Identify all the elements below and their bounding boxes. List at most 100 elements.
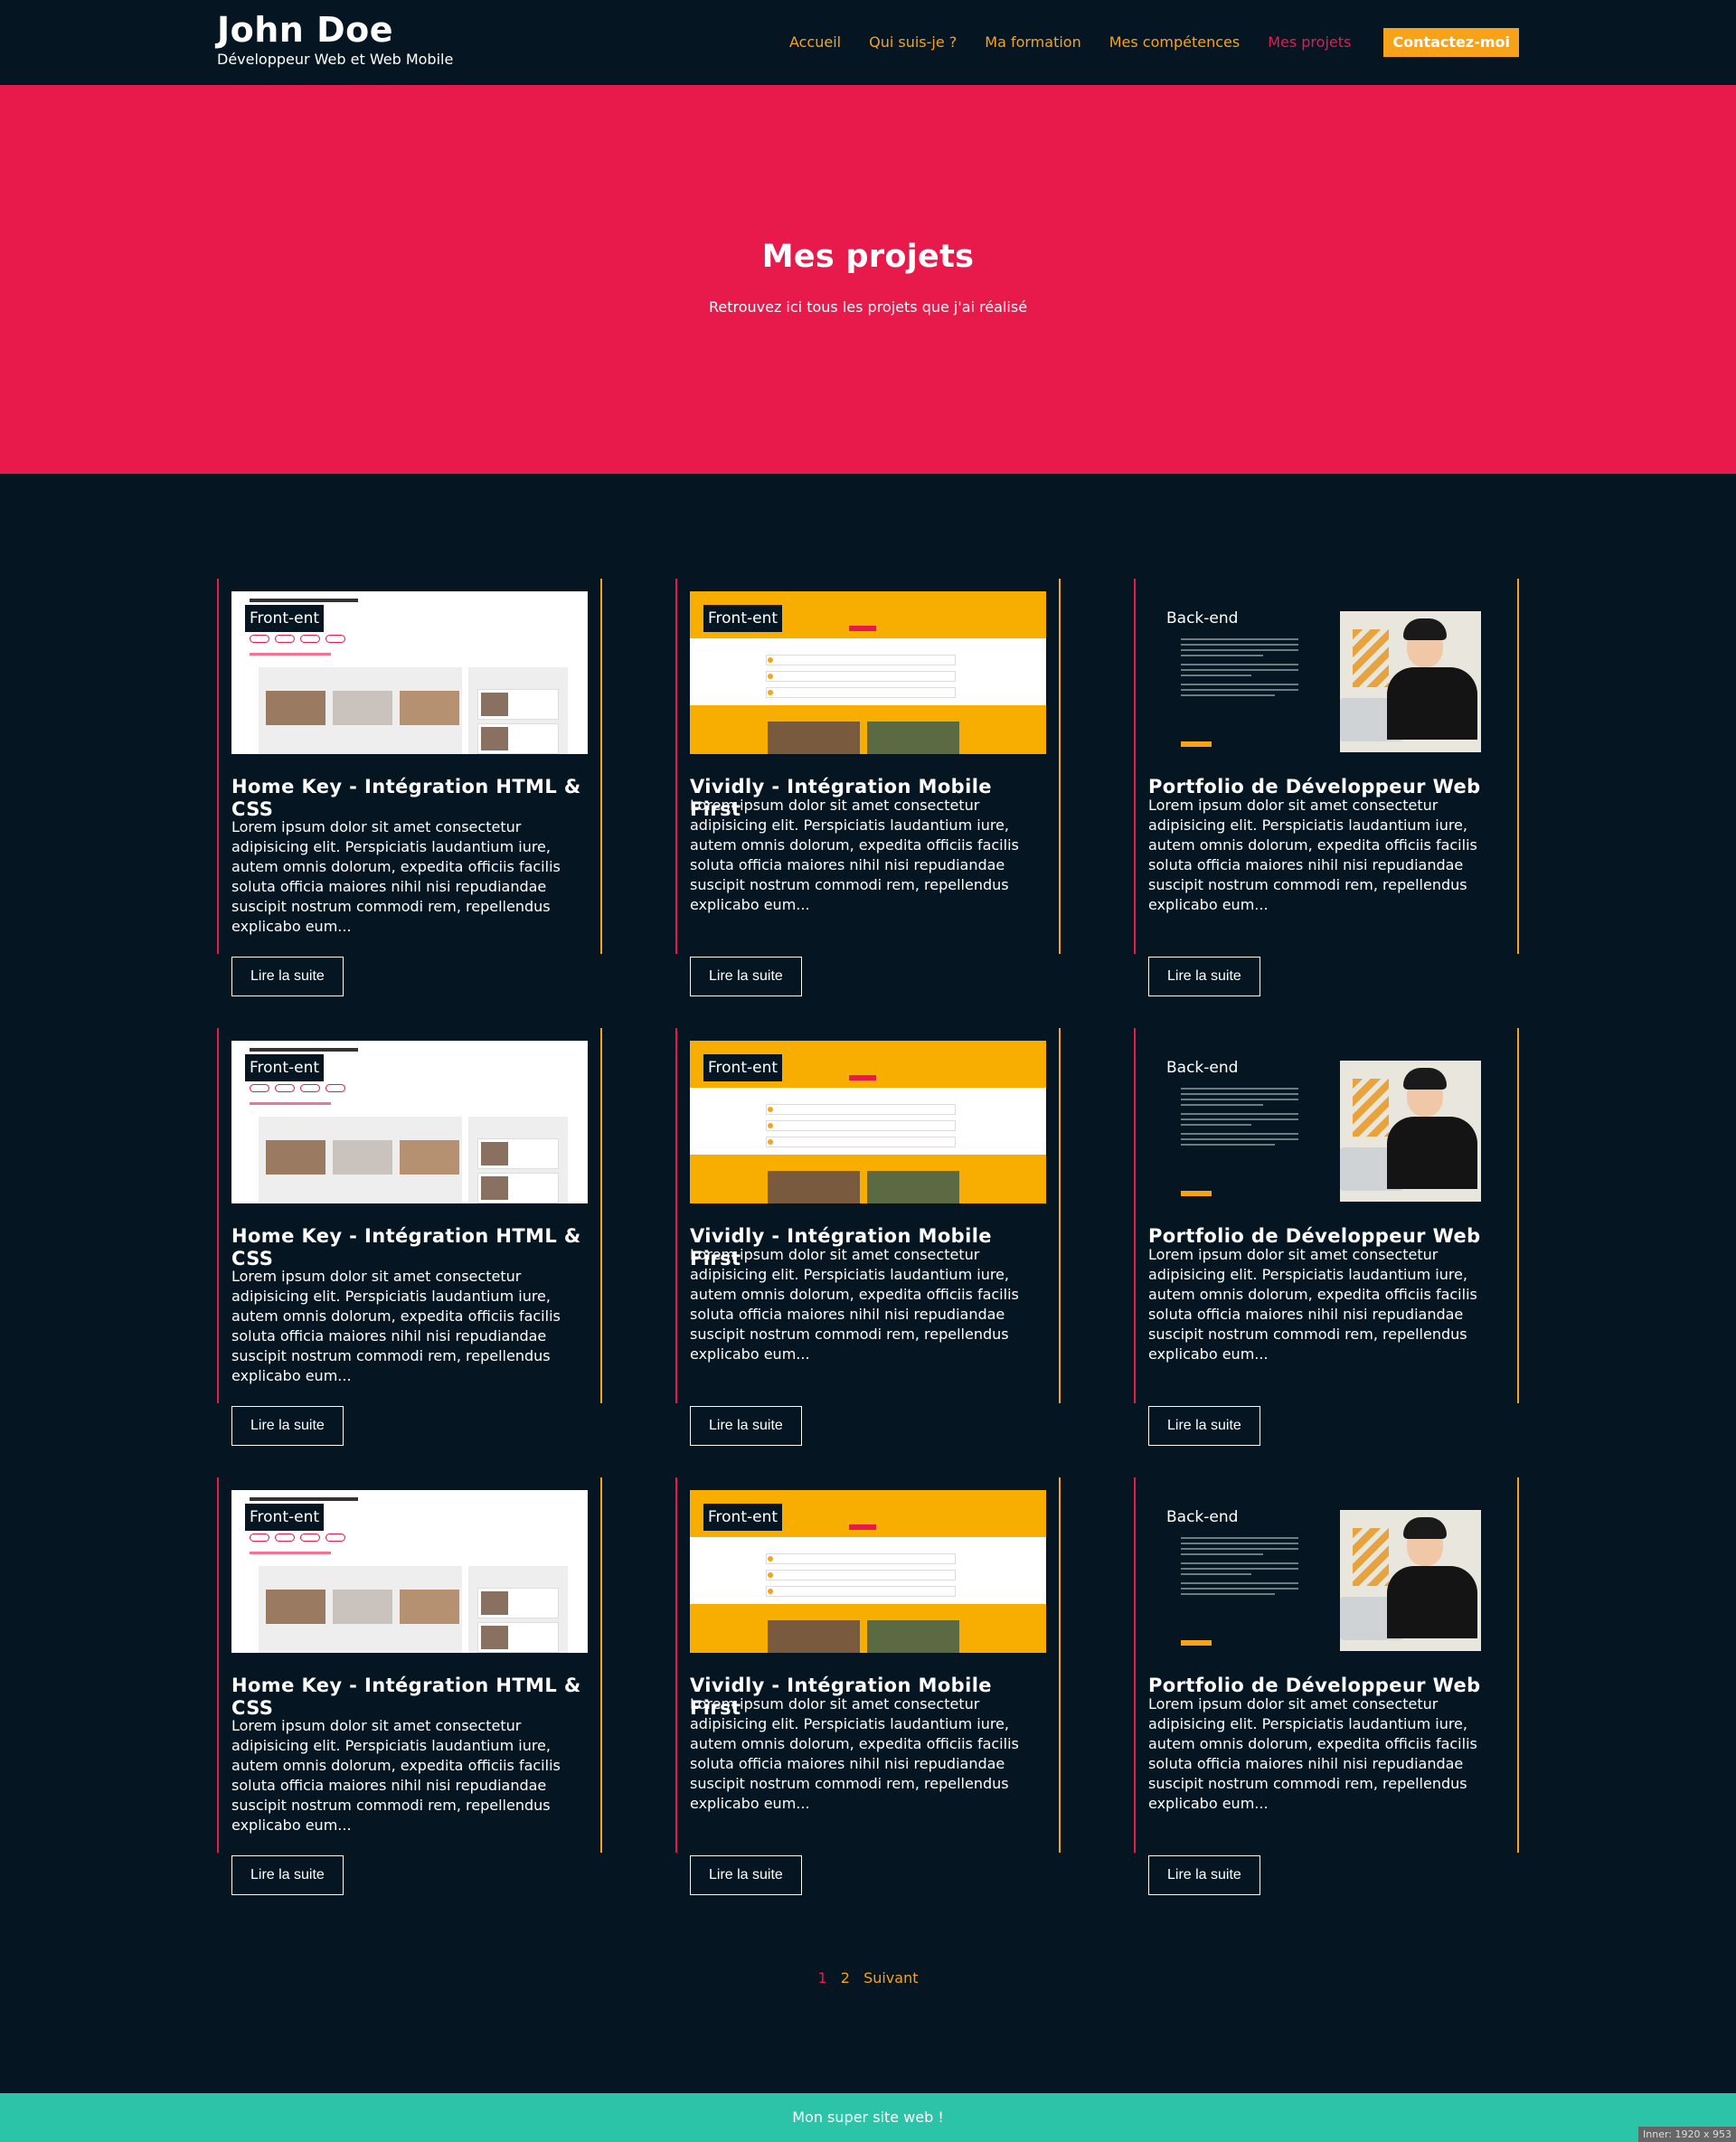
- projects-grid: Front-ent Home Key - Intégration HTML & …: [217, 579, 1519, 1895]
- footer-text: Mon super site web !: [792, 2109, 944, 2126]
- thumb-dot: [768, 1572, 773, 1578]
- main-nav: Accueil Qui suis-je ? Ma formation Mes c…: [761, 27, 1519, 58]
- developer-photo: [1340, 611, 1481, 752]
- thumb-image: [333, 691, 392, 725]
- category-badge: Front-ent: [703, 1054, 783, 1081]
- thumb-image: [481, 693, 508, 716]
- thumb-image: [768, 1620, 860, 1653]
- thumb-row: [766, 1570, 956, 1581]
- nav-mes-competences[interactable]: Mes compétences: [1109, 27, 1240, 58]
- project-description: Lorem ipsum dolor sit amet consectetur a…: [231, 818, 561, 935]
- pagination: 1 2 Suivant: [0, 1969, 1736, 1986]
- next-page-link[interactable]: Suivant: [863, 1969, 918, 1986]
- project-card: Front-ent Home Key - Intégration HTML & …: [217, 1477, 602, 1895]
- project-description: Lorem ipsum dolor sit amet consectetur a…: [690, 1246, 1019, 1363]
- nav-accueil[interactable]: Accueil: [789, 27, 841, 58]
- read-more-button[interactable]: Lire la suite: [231, 1406, 344, 1446]
- nav-qui-suis-je[interactable]: Qui suis-je ?: [869, 27, 957, 58]
- nav-mes-projets[interactable]: Mes projets: [1268, 27, 1351, 58]
- thumb-image: [266, 1590, 326, 1624]
- thumb-image: [481, 1176, 508, 1200]
- project-thumbnail: Front-ent: [231, 591, 588, 754]
- project-card: Front-ent Home Key - Intégration HTML & …: [217, 579, 602, 996]
- thumb-image: [333, 1140, 392, 1175]
- thumb-image: [400, 1590, 459, 1624]
- thumb-row: [766, 671, 956, 682]
- thumb-line: [250, 1102, 331, 1105]
- thumb-dot: [768, 674, 773, 679]
- project-thumbnail: Back-end: [1148, 1041, 1505, 1203]
- thumb-image: [481, 1591, 508, 1615]
- read-more-button[interactable]: Lire la suite: [690, 1406, 802, 1446]
- read-more-button[interactable]: Lire la suite: [1148, 957, 1260, 996]
- category-badge: Back-end: [1162, 1054, 1243, 1081]
- thumb-image: [266, 691, 326, 725]
- read-more-button[interactable]: Lire la suite: [1148, 1855, 1260, 1895]
- thumb-image: [867, 1171, 959, 1203]
- thumb-image: [266, 1140, 326, 1175]
- thumb-dot: [768, 657, 773, 663]
- thumb-line: [250, 1552, 331, 1554]
- hero-banner: Mes projets Retrouvez ici tous les proje…: [0, 85, 1736, 474]
- thumb-image: [481, 1142, 508, 1165]
- thumb-dot: [768, 1107, 773, 1112]
- project-title: Home Key - Intégration HTML & CSS: [231, 776, 581, 820]
- category-badge: Front-ent: [703, 605, 783, 632]
- thumb-row: [766, 1104, 956, 1115]
- site-footer: Mon super site web !: [0, 2093, 1736, 2142]
- read-more-button[interactable]: Lire la suite: [231, 957, 344, 996]
- thumb-filters: [250, 1533, 345, 1542]
- thumb-image: [867, 722, 959, 754]
- viewport-size-tag: Inner: 1920 x 953: [1638, 2127, 1736, 2142]
- project-thumbnail: Front-ent: [690, 591, 1046, 754]
- project-card: Front-ent Vividly - Intégration Mobile F…: [675, 1477, 1061, 1895]
- project-thumbnail: Front-ent: [690, 1490, 1046, 1653]
- project-card: Back-end Portfolio de Développeur Web Lo…: [1134, 1028, 1519, 1446]
- project-card: Front-ent Vividly - Intégration Mobile F…: [675, 1028, 1061, 1446]
- thumb-dot: [768, 1139, 773, 1145]
- site-title[interactable]: John Doe: [217, 9, 453, 51]
- category-badge: Back-end: [1162, 1504, 1243, 1531]
- thumb-dot: [768, 1556, 773, 1562]
- developer-photo: [1340, 1510, 1481, 1651]
- thumb-dot: [768, 1589, 773, 1594]
- category-badge: Back-end: [1162, 605, 1243, 632]
- thumb-row: [766, 1586, 956, 1597]
- page-title: Mes projets: [761, 239, 975, 275]
- developer-photo: [1340, 1061, 1481, 1202]
- category-badge: Front-ent: [703, 1504, 783, 1531]
- thumb-row: [766, 1137, 956, 1147]
- thumb-image: [400, 1140, 459, 1175]
- thumb-row: [766, 1120, 956, 1131]
- thumb-image: [481, 1626, 508, 1649]
- thumb-button: [1181, 1640, 1212, 1646]
- project-title: Home Key - Intégration HTML & CSS: [231, 1225, 581, 1269]
- thumb-heading: [250, 599, 358, 602]
- read-more-button[interactable]: Lire la suite: [690, 1855, 802, 1895]
- project-description: Lorem ipsum dolor sit amet consectetur a…: [1148, 797, 1477, 913]
- nav-ma-formation[interactable]: Ma formation: [985, 27, 1080, 58]
- category-badge: Front-ent: [245, 605, 325, 632]
- thumb-dot: [768, 1123, 773, 1128]
- thumb-filters: [250, 1084, 345, 1092]
- thumb-button: [1181, 1191, 1212, 1196]
- contact-button[interactable]: Contactez-moi: [1383, 28, 1519, 57]
- project-description: Lorem ipsum dolor sit amet consectetur a…: [231, 1268, 561, 1384]
- thumb-button: [849, 1524, 876, 1530]
- thumb-filters: [250, 635, 345, 643]
- thumb-image: [768, 722, 860, 754]
- read-more-button[interactable]: Lire la suite: [690, 957, 802, 996]
- project-title: Home Key - Intégration HTML & CSS: [231, 1675, 581, 1719]
- project-card: Front-ent Vividly - Intégration Mobile F…: [675, 579, 1061, 996]
- thumb-heading: [250, 1048, 358, 1052]
- read-more-button[interactable]: Lire la suite: [1148, 1406, 1260, 1446]
- thumb-text-lines: [1181, 1537, 1298, 1599]
- thumb-row: [766, 687, 956, 698]
- thumb-line: [250, 653, 331, 656]
- project-description: Lorem ipsum dolor sit amet consectetur a…: [690, 1695, 1019, 1812]
- project-thumbnail: Front-ent: [231, 1041, 588, 1203]
- read-more-button[interactable]: Lire la suite: [231, 1855, 344, 1895]
- page-2-link[interactable]: 2: [841, 1969, 850, 1986]
- project-thumbnail: Front-ent: [690, 1041, 1046, 1203]
- thumb-image: [333, 1590, 392, 1624]
